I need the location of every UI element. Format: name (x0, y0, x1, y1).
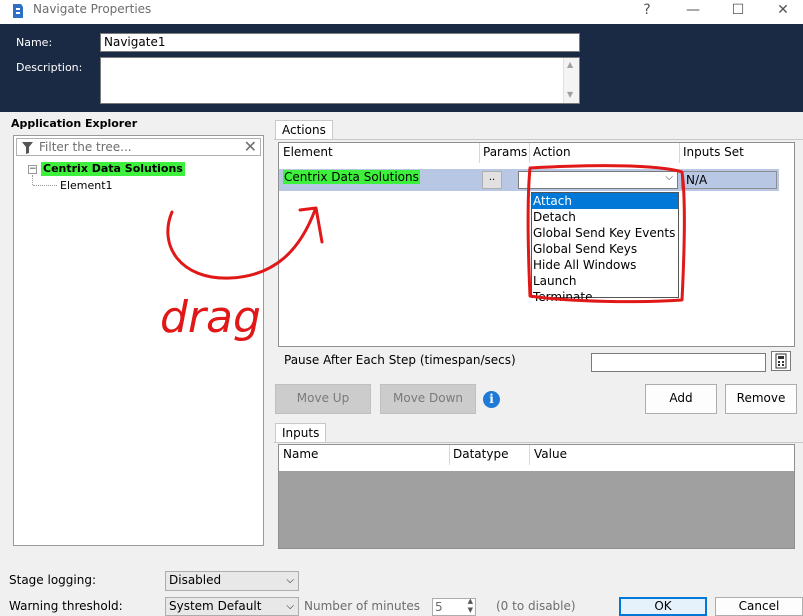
annotation-dropdown-highlight (526, 164, 686, 304)
annotation-curved-arrow (166, 206, 324, 280)
annotation-drag-text: drag (160, 292, 261, 343)
annotation-overlay: drag (160, 164, 686, 343)
